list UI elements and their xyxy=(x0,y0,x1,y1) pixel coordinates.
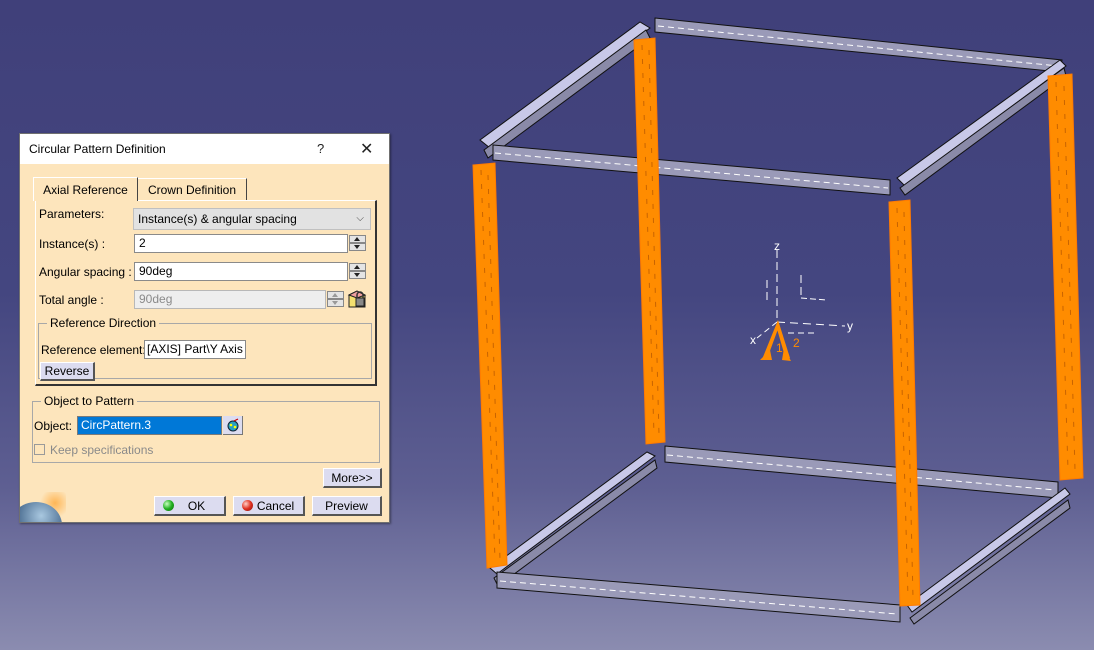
object-label: Object: xyxy=(34,419,73,433)
spin-down-icon xyxy=(327,299,344,307)
spin-up-icon[interactable] xyxy=(349,263,366,271)
close-button[interactable]: ✕ xyxy=(360,139,373,159)
instances-label: Instance(s) : xyxy=(39,237,106,251)
post-back-right[interactable] xyxy=(1047,73,1084,481)
axis-label-y: y xyxy=(847,319,853,333)
beam-bottom-right xyxy=(906,487,1071,613)
spin-down-icon[interactable] xyxy=(349,271,366,279)
chevron-down-icon: ⌵ xyxy=(356,213,364,224)
help-button[interactable]: ? xyxy=(317,141,324,156)
keep-specifications-label: Keep specifications xyxy=(50,443,154,457)
angular-spacing-spinner[interactable] xyxy=(349,263,366,280)
axis-label-z: z xyxy=(774,239,780,253)
dialog-title: Circular Pattern Definition xyxy=(29,142,166,156)
total-angle-label: Total angle : xyxy=(39,293,104,307)
reference-element-input[interactable]: [AXIS] Part\Y Axis xyxy=(144,340,246,359)
more-button[interactable]: More>> xyxy=(323,468,382,488)
lock-icon[interactable] xyxy=(347,289,367,309)
catia-logo-icon xyxy=(20,492,66,522)
axis-system[interactable] xyxy=(756,250,846,339)
beam-bottom-back xyxy=(664,445,1059,499)
keep-specifications-checkbox[interactable] xyxy=(34,444,45,455)
post-front-right[interactable] xyxy=(888,199,921,607)
cancel-label: Cancel xyxy=(256,498,295,513)
object-to-pattern-group: Object to Pattern Object: CircPattern.3 … xyxy=(32,394,380,463)
reverse-button[interactable]: Reverse xyxy=(40,362,95,381)
angular-spacing-input[interactable]: 90deg xyxy=(134,262,348,281)
angular-spacing-label: Angular spacing : xyxy=(39,265,132,279)
object-to-pattern-legend: Object to Pattern xyxy=(41,394,138,408)
ok-button[interactable]: OK xyxy=(154,496,226,516)
post-back-left[interactable] xyxy=(633,37,666,445)
beam-bottom-left xyxy=(489,451,656,575)
circular-pattern-dialog: Circular Pattern Definition ? ✕ Axial Re… xyxy=(19,133,390,523)
object-input[interactable]: CircPattern.3 xyxy=(77,416,222,435)
parameters-dropdown[interactable]: Instance(s) & angular spacing ⌵ xyxy=(133,208,371,230)
reference-direction-legend: Reference Direction xyxy=(47,316,160,330)
dialog-titlebar[interactable]: Circular Pattern Definition ? ✕ xyxy=(20,134,389,164)
instance-label-2: 2 xyxy=(793,336,800,350)
object-selector-icon[interactable] xyxy=(223,416,243,435)
beam-bottom-front xyxy=(496,571,901,623)
parameters-selected: Instance(s) & angular spacing xyxy=(138,212,297,226)
beam-top-right xyxy=(896,59,1067,187)
tab-axial-reference[interactable]: Axial Reference xyxy=(33,177,138,201)
bottom-frame xyxy=(489,445,1071,625)
tab-crown-definition[interactable]: Crown Definition xyxy=(138,178,247,200)
parameters-label: Parameters: xyxy=(39,207,105,221)
beam-top-front xyxy=(492,144,891,196)
instances-spinner[interactable] xyxy=(349,235,366,252)
reference-direction-group: Reference Direction Reference element: [… xyxy=(38,316,372,381)
beam-top-left xyxy=(479,21,651,149)
cancel-button[interactable]: Cancel xyxy=(233,496,305,516)
axial-reference-panel: Parameters: Instance(s) & angular spacin… xyxy=(35,200,377,386)
instance-label-1: 1 xyxy=(776,341,783,355)
instances-input[interactable]: 2 xyxy=(134,234,348,253)
spin-down-icon[interactable] xyxy=(349,243,366,251)
total-angle-input: 90deg xyxy=(134,290,326,309)
beam-top-back xyxy=(654,17,1063,73)
reference-element-label: Reference element: xyxy=(41,343,146,357)
preview-button[interactable]: Preview xyxy=(312,496,382,516)
ok-label: OK xyxy=(187,498,206,513)
spin-up-icon[interactable] xyxy=(349,235,366,243)
total-angle-spinner xyxy=(327,291,344,308)
ok-icon xyxy=(163,500,174,511)
spin-up-icon xyxy=(327,291,344,299)
post-front-left[interactable] xyxy=(472,162,508,569)
top-frame xyxy=(479,17,1067,196)
axis-label-x: x xyxy=(750,333,756,347)
cancel-icon xyxy=(242,500,253,511)
